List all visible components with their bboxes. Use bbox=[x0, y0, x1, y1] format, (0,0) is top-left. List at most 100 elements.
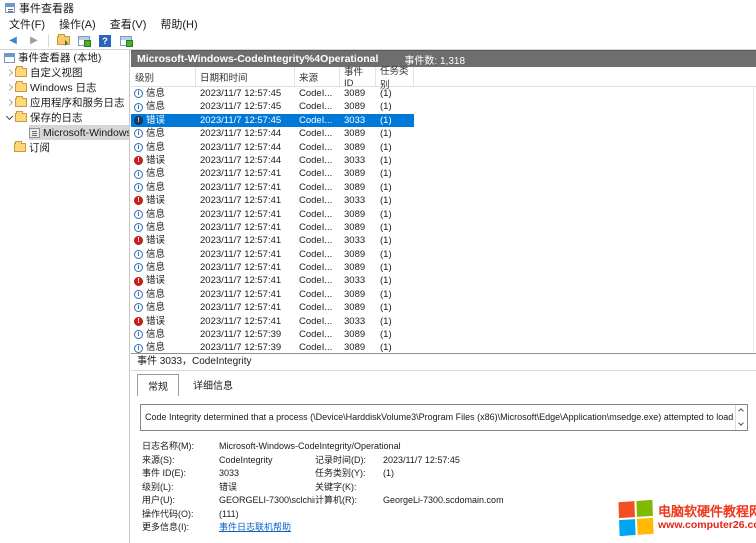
level-text: 信息 bbox=[146, 288, 165, 301]
event-task-category: (1) bbox=[376, 87, 414, 100]
event-source: CodeI... bbox=[295, 315, 340, 328]
event-date: 2023/11/7 12:57:45 bbox=[196, 87, 295, 100]
event-viewer-icon bbox=[4, 53, 15, 63]
tab-details[interactable]: 详细信息 bbox=[183, 374, 243, 395]
content-pane: Microsoft-Windows-CodeIntegrity%4Operati… bbox=[131, 50, 756, 543]
chevron-right-icon[interactable] bbox=[5, 68, 14, 77]
tree-item-app-services-logs[interactable]: 应用程序和服务日志 bbox=[0, 95, 129, 110]
event-task-category: (1) bbox=[376, 167, 414, 180]
event-source: CodeI... bbox=[295, 141, 340, 154]
action-pane-toggle-button[interactable] bbox=[117, 33, 135, 48]
event-id: 3033 bbox=[340, 114, 376, 127]
level-icon bbox=[134, 263, 143, 272]
field-label-more-info: 更多信息(I): bbox=[142, 521, 219, 535]
folder-icon bbox=[15, 113, 27, 122]
event-task-category: (1) bbox=[376, 261, 414, 274]
field-label-user: 用户(U): bbox=[142, 494, 219, 508]
event-source: CodeI... bbox=[295, 261, 340, 274]
column-header-event-id[interactable]: 事件 ID bbox=[340, 67, 376, 86]
event-row[interactable]: 错误 2023/11/7 12:57:41 CodeI... 3033 (1) bbox=[131, 274, 414, 287]
event-row[interactable]: 信息 2023/11/7 12:57:41 CodeI... 3089 (1) bbox=[131, 248, 414, 261]
event-row[interactable]: 信息 2023/11/7 12:57:41 CodeI... 3089 (1) bbox=[131, 288, 414, 301]
tree-item-event-viewer-local[interactable]: 事件查看器 (本地) bbox=[0, 50, 129, 65]
scroll-up-icon[interactable] bbox=[739, 408, 744, 413]
event-row[interactable]: 错误 2023/11/7 12:57:41 CodeI... 3033 (1) bbox=[131, 234, 414, 247]
field-label-level: 级别(L): bbox=[142, 481, 219, 495]
event-task-category: (1) bbox=[376, 141, 414, 154]
tree-item-windows-logs[interactable]: Windows 日志 bbox=[0, 80, 129, 95]
back-button[interactable]: ◀ bbox=[4, 33, 22, 48]
tree-item-saved-codeintegrity-log[interactable]: Microsoft-Windows-Co bbox=[0, 125, 129, 140]
chevron-down-icon[interactable] bbox=[5, 113, 14, 122]
body-area: 事件查看器 (本地) 自定义视图 Windows 日志 应用程序和服务日志 保存 bbox=[0, 50, 756, 543]
column-header-level[interactable]: 级别 bbox=[131, 67, 196, 86]
event-row[interactable]: 信息 2023/11/7 12:57:44 CodeI... 3089 (1) bbox=[131, 127, 414, 140]
field-label-opcode: 操作代码(O): bbox=[142, 508, 219, 522]
event-row[interactable]: 信息 2023/11/7 12:57:41 CodeI... 3089 (1) bbox=[131, 208, 414, 221]
event-row[interactable]: 错误 2023/11/7 12:57:41 CodeI... 3033 (1) bbox=[131, 315, 414, 328]
event-source: CodeI... bbox=[295, 248, 340, 261]
event-date: 2023/11/7 12:57:41 bbox=[196, 274, 295, 287]
saved-log-icon bbox=[29, 128, 40, 138]
field-label-log-name: 日志名称(M): bbox=[142, 440, 219, 454]
folder-icon bbox=[15, 68, 27, 77]
event-viewer-app-icon bbox=[5, 3, 15, 13]
event-row[interactable]: 错误 2023/11/7 12:57:45 CodeI... 3033 (1) bbox=[131, 114, 414, 127]
event-row[interactable]: 信息 2023/11/7 12:57:45 CodeI... 3089 (1) bbox=[131, 87, 414, 100]
event-task-category: (1) bbox=[376, 114, 414, 127]
field-label-logged-time: 记录时间(D): bbox=[315, 454, 383, 468]
column-header-task-category[interactable]: 任务类别 bbox=[376, 67, 414, 86]
event-row[interactable]: 信息 2023/11/7 12:57:41 CodeI... 3089 (1) bbox=[131, 167, 414, 180]
menu-file[interactable]: 文件(F) bbox=[2, 15, 52, 33]
tab-general[interactable]: 常规 bbox=[137, 374, 179, 396]
level-icon bbox=[134, 236, 143, 245]
level-text: 信息 bbox=[146, 87, 165, 100]
log-title: Microsoft-Windows-CodeIntegrity%4Operati… bbox=[137, 53, 378, 65]
event-row[interactable]: 信息 2023/11/7 12:57:41 CodeI... 3089 (1) bbox=[131, 221, 414, 234]
message-scrollbar[interactable] bbox=[735, 405, 747, 430]
chevron-right-icon[interactable] bbox=[5, 98, 14, 107]
event-row[interactable]: 错误 2023/11/7 12:57:44 CodeI... 3033 (1) bbox=[131, 154, 414, 167]
console-tree-toggle-button[interactable] bbox=[54, 33, 72, 48]
event-id: 3089 bbox=[340, 87, 376, 100]
event-row[interactable]: 信息 2023/11/7 12:57:41 CodeI... 3089 (1) bbox=[131, 261, 414, 274]
chevron-right-icon[interactable] bbox=[5, 83, 14, 92]
event-row[interactable]: 信息 2023/11/7 12:57:39 CodeI... 3089 (1) bbox=[131, 328, 414, 341]
menu-action[interactable]: 操作(A) bbox=[52, 15, 103, 33]
forward-button[interactable]: ▶ bbox=[25, 33, 43, 48]
event-task-category: (1) bbox=[376, 315, 414, 328]
window-panel-button[interactable] bbox=[75, 33, 93, 48]
event-source: CodeI... bbox=[295, 234, 340, 247]
event-row[interactable]: 信息 2023/11/7 12:57:41 CodeI... 3089 (1) bbox=[131, 301, 414, 314]
event-row[interactable]: 信息 2023/11/7 12:57:45 CodeI... 3089 (1) bbox=[131, 100, 414, 113]
scroll-down-icon[interactable] bbox=[739, 422, 744, 427]
menu-bar: 文件(F) 操作(A) 查看(V) 帮助(H) bbox=[0, 16, 756, 32]
event-row[interactable]: 信息 2023/11/7 12:57:44 CodeI... 3089 (1) bbox=[131, 141, 414, 154]
event-row[interactable]: 信息 2023/11/7 12:57:39 CodeI... 3089 (1) bbox=[131, 341, 414, 353]
event-list[interactable]: 信息 2023/11/7 12:57:45 CodeI... 3089 (1) … bbox=[131, 87, 754, 353]
help-button[interactable]: ? bbox=[96, 33, 114, 48]
level-text: 信息 bbox=[146, 261, 165, 274]
tree-item-saved-logs[interactable]: 保存的日志 bbox=[0, 110, 129, 125]
level-icon bbox=[134, 210, 143, 219]
window-panel-icon bbox=[78, 36, 90, 46]
event-viewer-window: 事件查看器 文件(F) 操作(A) 查看(V) 帮助(H) ◀ ▶ ? 事件查看… bbox=[0, 0, 756, 543]
tree-item-custom-views[interactable]: 自定义视图 bbox=[0, 65, 129, 80]
watermark-url: www.computer26.com bbox=[658, 519, 756, 531]
menu-view[interactable]: 查看(V) bbox=[103, 15, 154, 33]
level-text: 信息 bbox=[146, 301, 165, 314]
column-header-source[interactable]: 来源 bbox=[295, 67, 340, 86]
column-header-date[interactable]: 日期和时间 bbox=[196, 67, 295, 86]
event-date: 2023/11/7 12:57:41 bbox=[196, 301, 295, 314]
level-icon bbox=[134, 344, 143, 353]
event-message-box[interactable]: Code Integrity determined that a process… bbox=[140, 404, 748, 431]
event-date: 2023/11/7 12:57:41 bbox=[196, 208, 295, 221]
event-source: CodeI... bbox=[295, 100, 340, 113]
event-source: CodeI... bbox=[295, 328, 340, 341]
level-icon bbox=[134, 196, 143, 205]
tree-item-subscriptions[interactable]: 订阅 bbox=[0, 140, 129, 155]
menu-help[interactable]: 帮助(H) bbox=[153, 15, 204, 33]
event-row[interactable]: 错误 2023/11/7 12:57:41 CodeI... 3033 (1) bbox=[131, 194, 414, 207]
event-row[interactable]: 信息 2023/11/7 12:57:41 CodeI... 3089 (1) bbox=[131, 181, 414, 194]
event-source: CodeI... bbox=[295, 87, 340, 100]
